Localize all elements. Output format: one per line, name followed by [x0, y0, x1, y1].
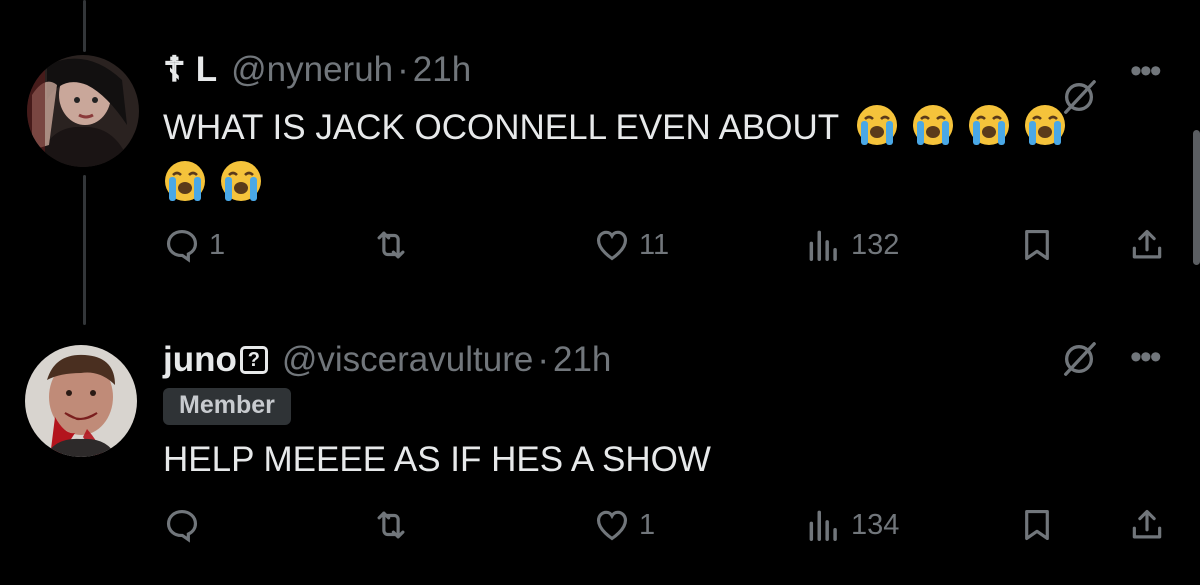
avatar[interactable]	[25, 345, 137, 457]
grok-icon[interactable]	[1060, 340, 1098, 378]
more-icon[interactable]: •••	[1130, 338, 1162, 377]
separator-dot: ·	[537, 340, 549, 379]
tweet[interactable]: juno ? @visceravulture · 21h ••• Member …	[0, 0, 1200, 585]
bookmark-button[interactable]	[1018, 506, 1056, 544]
community-member-badge: Member	[163, 388, 291, 425]
tweet-header: juno ? @visceravulture · 21h	[163, 340, 611, 380]
display-name[interactable]: juno	[163, 340, 237, 380]
tweet-text: HELP MEEEE AS IF HES A SHOW	[163, 440, 711, 479]
share-icon	[1132, 509, 1162, 539]
unknown-emoji-badge: ?	[239, 346, 268, 374]
like-button[interactable]: 1	[593, 506, 655, 544]
views-icon	[809, 510, 837, 541]
user-handle[interactable]: @visceravulture	[282, 340, 533, 380]
share-button[interactable]	[1128, 506, 1166, 544]
bookmark-icon	[1025, 509, 1049, 541]
like-count: 1	[639, 508, 656, 541]
action-bar: 1 134	[0, 500, 1200, 550]
reply-button[interactable]	[163, 506, 209, 544]
repost-icon	[377, 511, 405, 539]
repost-button[interactable]	[372, 506, 418, 544]
timestamp[interactable]: 21h	[553, 340, 611, 380]
reply-icon	[166, 509, 198, 543]
views-button[interactable]: 134	[805, 506, 899, 544]
like-icon	[596, 510, 628, 541]
views-count: 134	[851, 508, 900, 541]
